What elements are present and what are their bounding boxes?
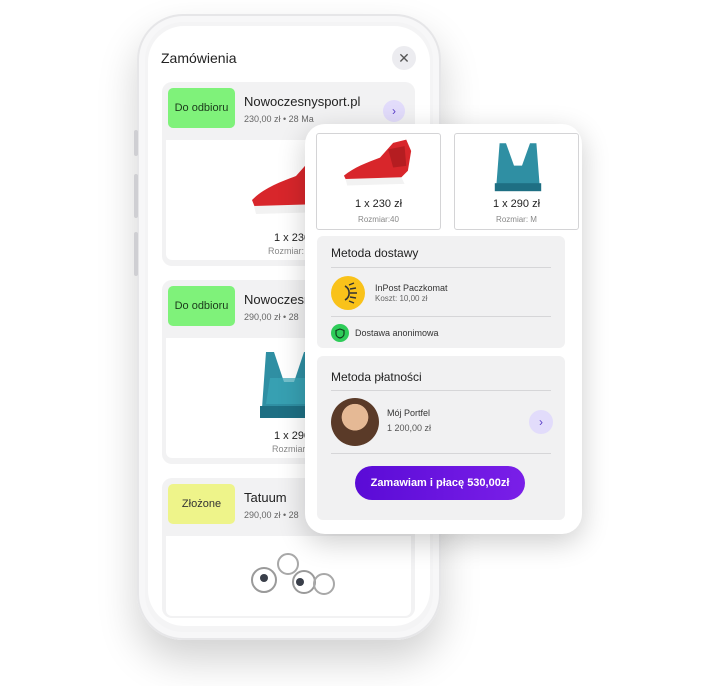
anonymous-delivery-label: Dostawa anonimowa xyxy=(355,328,439,338)
product-size: Rozmiar: M xyxy=(496,215,537,224)
product-tile[interactable]: 1 x 290 zł Rozmiar: M xyxy=(454,133,579,230)
order-details-button[interactable]: › xyxy=(383,100,405,122)
page-title: Zamówienia xyxy=(161,50,237,66)
payment-method-title: Metoda płatności xyxy=(331,370,422,384)
phone-side-button xyxy=(134,130,138,156)
order-meta: 230,00 zł • 28 Ma xyxy=(244,114,314,124)
store-name: Tatuum xyxy=(244,490,287,505)
phone-volume-up xyxy=(134,174,138,218)
store-name: Nowoczesnysport.pl xyxy=(244,94,361,109)
divider xyxy=(331,316,551,317)
inpost-logo-icon xyxy=(331,276,365,310)
delivery-method-panel: Metoda dostawy InPost Paczkomat Koszt: 1… xyxy=(317,236,565,348)
chevron-right-icon: › xyxy=(392,104,396,118)
order-meta: 290,00 zł • 28 xyxy=(244,510,299,520)
product-tile[interactable]: 1 x 230 zł Rozmiar:40 xyxy=(316,133,441,230)
checkout-card: 1 x 230 zł Rozmiar:40 1 x 290 zł Rozmiar… xyxy=(305,124,582,534)
wallet-name: Mój Portfel xyxy=(387,408,431,418)
shield-icon xyxy=(331,324,349,342)
order-items xyxy=(166,536,411,616)
sun-icon xyxy=(344,282,357,304)
wallet-balance: 1 200,00 zł xyxy=(387,423,432,433)
red-sneaker-image xyxy=(343,139,412,186)
close-button[interactable]: ✕ xyxy=(392,46,416,70)
product-price: 1 x 230 zł xyxy=(354,198,403,210)
order-meta: 290,00 zł • 28 xyxy=(244,312,299,322)
status-badge: Do odbioru xyxy=(168,286,235,326)
product-size: Rozmiar:40 xyxy=(358,215,399,224)
status-badge: Do odbioru xyxy=(168,88,235,128)
product-price: 1 x 290 zł xyxy=(492,198,541,210)
status-badge: Złożone xyxy=(168,484,235,524)
place-order-button[interactable]: Zamawiam i płacę 530,00zł xyxy=(355,466,525,500)
delivery-method-name: InPost Paczkomat xyxy=(375,283,448,293)
divider xyxy=(331,267,551,268)
phone-volume-down xyxy=(134,232,138,276)
sports-bra-image xyxy=(494,143,542,192)
close-icon: ✕ xyxy=(398,49,410,66)
delivery-method-title: Metoda dostawy xyxy=(331,246,419,260)
divider xyxy=(331,453,551,454)
divider xyxy=(331,390,551,391)
chevron-right-icon: › xyxy=(539,415,543,429)
delivery-method-cost: Koszt: 10,00 zł xyxy=(375,294,428,303)
earrings-image xyxy=(251,553,335,595)
avatar xyxy=(331,398,379,446)
wallet-select-button[interactable]: › xyxy=(529,410,553,434)
store-name: Nowoczesn xyxy=(244,292,312,307)
